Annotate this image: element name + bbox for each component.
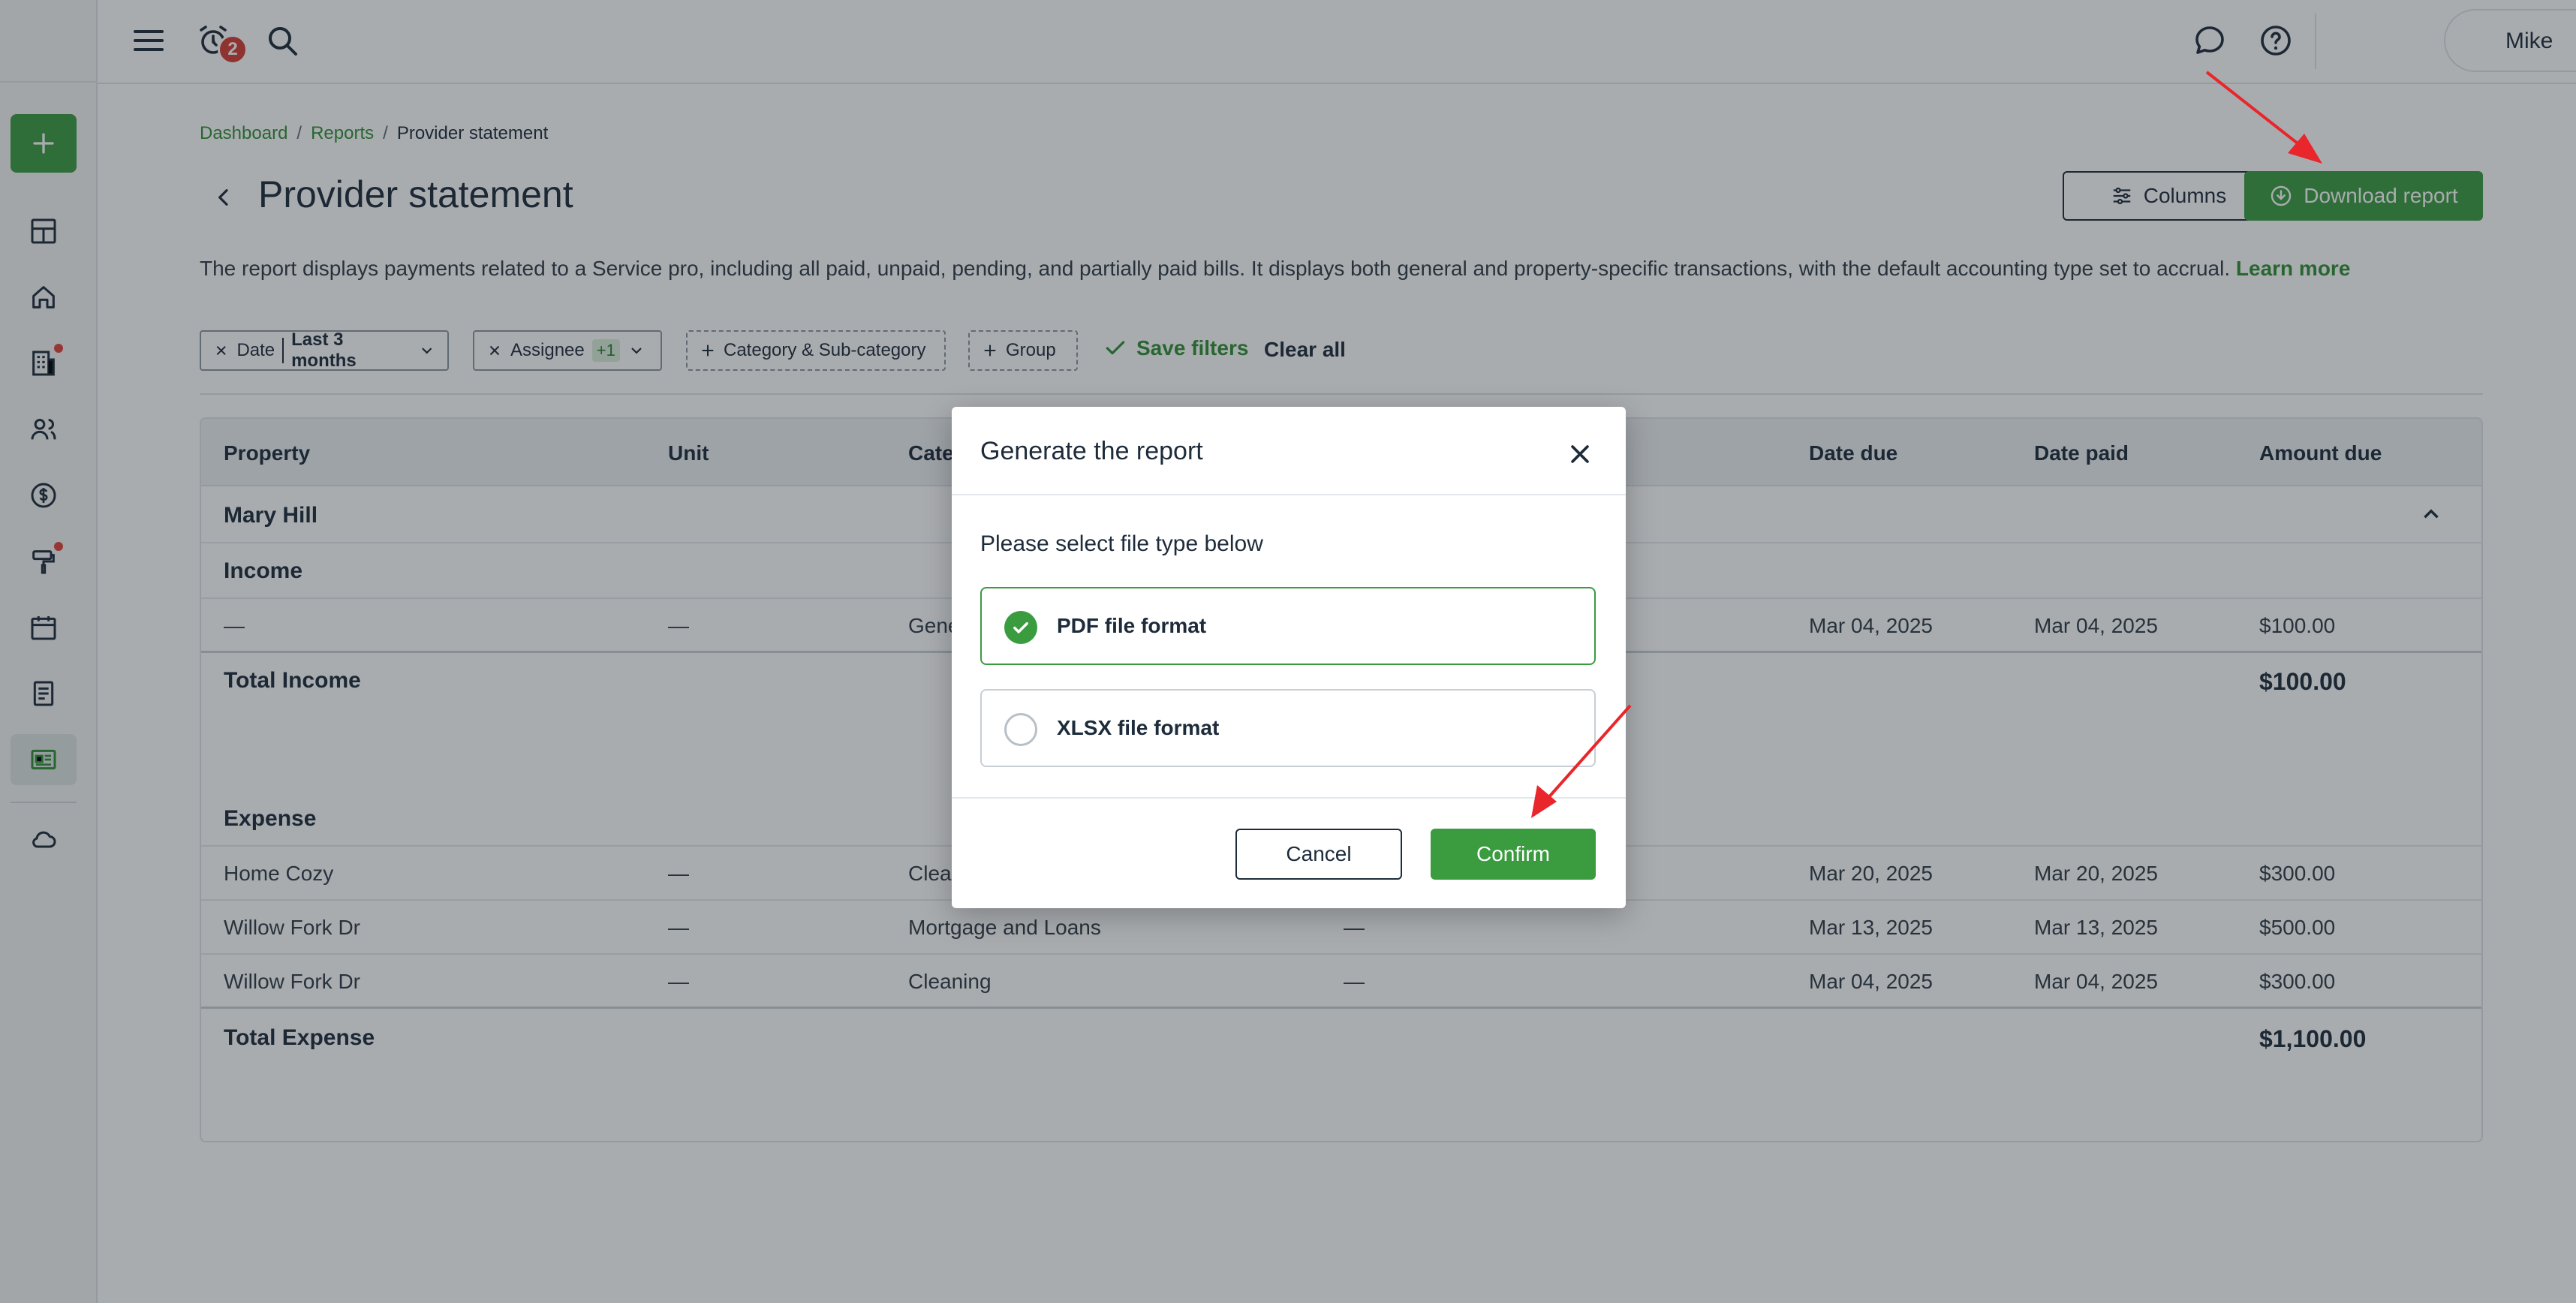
radio-unchecked[interactable] [1004, 713, 1037, 746]
pdf-format-label: PDF file format [1057, 614, 1207, 637]
check-icon [1013, 622, 1028, 633]
close-icon [1571, 445, 1589, 463]
radio-checked[interactable] [1004, 611, 1037, 644]
generate-report-dialog: Generate the report Please select file t… [952, 407, 1626, 908]
pdf-format-option[interactable]: PDF file format [980, 587, 1596, 665]
confirm-button[interactable]: Confirm [1431, 829, 1596, 880]
dialog-divider [952, 797, 1626, 799]
dialog-divider [952, 494, 1626, 495]
xlsx-format-label: XLSX file format [1057, 716, 1220, 739]
dialog-subtitle: Please select file type below [980, 531, 1263, 556]
dialog-title: Generate the report [980, 437, 1203, 465]
xlsx-format-option[interactable]: XLSX file format [980, 689, 1596, 767]
dialog-close-button[interactable] [1561, 435, 1599, 473]
cancel-button[interactable]: Cancel [1235, 829, 1402, 880]
